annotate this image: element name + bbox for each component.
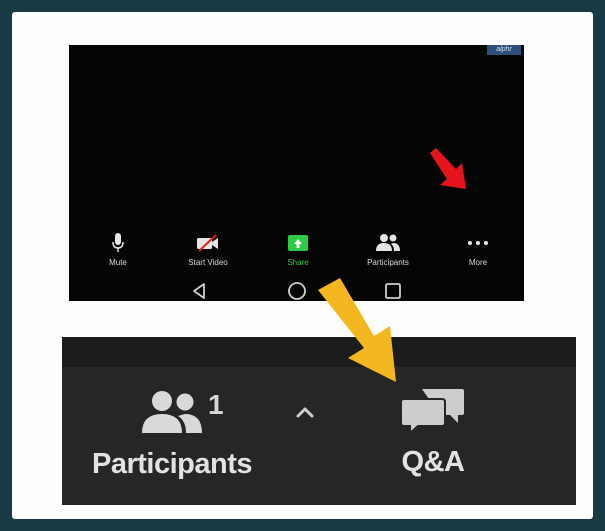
chevron-up-icon[interactable] [295, 405, 315, 424]
tutorial-card: alphr Mute Start Video Share Participant… [12, 12, 593, 519]
participants-icon [375, 232, 401, 254]
participants-label: Participants [367, 258, 409, 267]
microphone-icon [111, 232, 125, 254]
participants-toolbar-button[interactable]: Participants [92, 389, 253, 481]
share-screen-icon [287, 232, 309, 254]
meeting-toolbar: Mute Start Video Share Participants More [69, 232, 524, 272]
participants-icon [140, 389, 204, 440]
participants-toolbar-label: Participants [92, 448, 253, 480]
more-button[interactable]: More [433, 232, 523, 272]
back-triangle-icon[interactable] [190, 281, 208, 301]
phone-screenshot: alphr Mute Start Video Share Participant… [69, 45, 524, 301]
android-nav-bar [69, 281, 524, 301]
mute-label: Mute [109, 258, 127, 267]
start-video-button[interactable]: Start Video [163, 232, 253, 272]
more-dots-icon [466, 232, 490, 254]
watermark-badge: alphr [487, 45, 521, 55]
start-video-label: Start Video [188, 258, 228, 267]
qa-speech-bubbles-icon [400, 387, 466, 440]
yellow-pointer-arrow-icon [310, 276, 410, 391]
more-label: More [468, 258, 488, 267]
mute-button[interactable]: Mute [73, 232, 163, 272]
qa-toolbar-button[interactable]: Q&A [400, 387, 466, 479]
share-label: Share [287, 258, 309, 267]
video-off-icon [196, 232, 220, 254]
qa-toolbar-label: Q&A [401, 446, 465, 478]
participant-count: 1 [208, 389, 224, 420]
participants-button[interactable]: Participants [343, 232, 433, 272]
share-button[interactable]: Share [253, 232, 343, 272]
red-pointer-arrow-icon [426, 147, 470, 198]
home-circle-icon[interactable] [287, 281, 307, 301]
